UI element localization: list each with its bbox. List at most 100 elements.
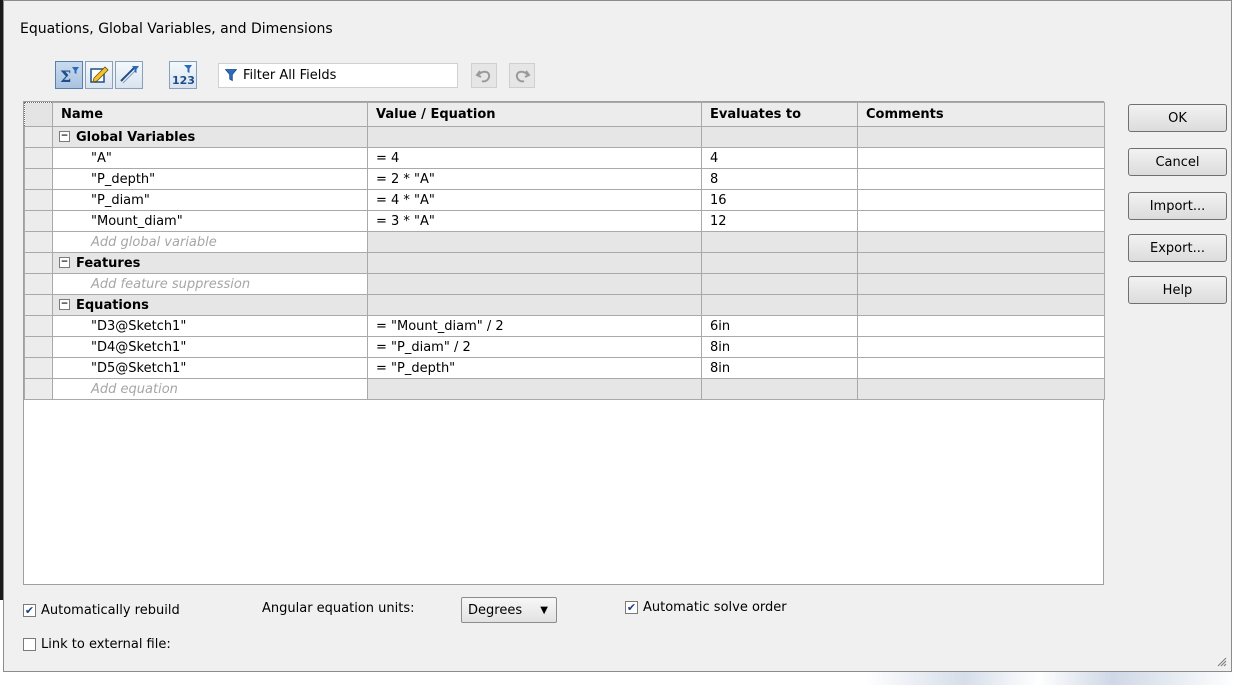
sketch-equation-view-button[interactable] (85, 61, 113, 89)
evaluates-to-cell: 4 (701, 147, 858, 169)
checkmark-icon: ✔ (625, 601, 638, 614)
row-selector[interactable] (24, 189, 53, 211)
help-button[interactable]: Help (1128, 276, 1227, 304)
cancel-button[interactable]: Cancel (1128, 148, 1227, 176)
undo-button[interactable] (471, 63, 497, 88)
import-button[interactable]: Import... (1128, 192, 1227, 220)
comments-cell[interactable] (857, 357, 1105, 379)
row-selector[interactable] (24, 315, 53, 337)
automatically-rebuild-checkbox[interactable]: ✔ Automatically rebuild (23, 603, 180, 618)
table-row[interactable]: "D4@Sketch1" = "P_diam" / 2 8in (24, 336, 1105, 358)
row-selector[interactable] (24, 336, 53, 358)
row-selector[interactable] (24, 147, 53, 169)
table-header-row: Name Value / Equation Evaluates to Comme… (24, 102, 1105, 127)
evaluates-to-cell: 8 (701, 168, 858, 190)
collapse-icon[interactable]: − (59, 130, 70, 142)
value-equation-cell[interactable]: = "P_diam" / 2 (367, 336, 702, 358)
value-equation-cell[interactable]: = 3 * "A" (367, 210, 702, 232)
column-header-name[interactable]: Name (52, 102, 368, 127)
row-selector[interactable] (24, 168, 53, 190)
value-equation-cell[interactable]: = 2 * "A" (367, 168, 702, 190)
row-selector[interactable] (24, 378, 53, 400)
equations-grid: Name Value / Equation Evaluates to Comme… (23, 101, 1105, 585)
add-equation-cell[interactable]: Add equation (52, 378, 368, 400)
add-feature-suppression-cell[interactable]: Add feature suppression (52, 273, 368, 295)
variable-name-cell[interactable]: "P_diam" (52, 189, 368, 211)
value-equation-cell[interactable]: = "Mount_diam" / 2 (367, 315, 702, 337)
evaluates-to-cell: 12 (701, 210, 858, 232)
section-global-variables[interactable]: − Global Variables (24, 126, 1105, 148)
ordered-view-icon: 123 (172, 65, 195, 86)
add-equation-row[interactable]: Add equation (24, 378, 1105, 400)
column-header-evaluates[interactable]: Evaluates to (701, 102, 858, 127)
comments-cell[interactable] (857, 336, 1105, 358)
row-selector[interactable] (24, 231, 53, 253)
evaluates-to-cell: 8in (701, 357, 858, 379)
value-equation-cell[interactable]: = 4 (367, 147, 702, 169)
column-header-value[interactable]: Value / Equation (367, 102, 702, 127)
row-selector[interactable] (24, 273, 53, 295)
filter-all-fields-input[interactable]: Filter All Fields (218, 63, 458, 88)
ok-button[interactable]: OK (1128, 104, 1227, 132)
comments-cell[interactable] (857, 315, 1105, 337)
filter-icon (225, 69, 237, 82)
collapse-icon[interactable]: − (59, 298, 70, 310)
value-equation-cell[interactable]: = 4 * "A" (367, 189, 702, 211)
variable-name-cell[interactable]: "Mount_diam" (52, 210, 368, 232)
automatic-solve-order-checkbox[interactable]: ✔ Automatic solve order (625, 600, 787, 615)
evaluates-to-cell: 16 (701, 189, 858, 211)
svg-text:123: 123 (172, 74, 195, 86)
section-equations[interactable]: − Equations (24, 294, 1105, 316)
svg-text:Σ: Σ (60, 67, 71, 86)
ordered-view-button[interactable]: 123 (169, 61, 197, 89)
filter-label: Filter All Fields (243, 68, 337, 83)
equation-view-icon: Σ (60, 67, 79, 86)
link-external-file-checkbox[interactable]: Link to external file: (23, 637, 171, 652)
equation-view-button[interactable]: Σ (55, 61, 83, 89)
dimension-view-icon (120, 66, 139, 84)
dimension-name-cell[interactable]: "D3@Sketch1" (52, 315, 368, 337)
row-selector[interactable] (24, 210, 53, 232)
dropdown-arrow-icon: ▼ (540, 604, 548, 616)
redo-button[interactable] (509, 63, 535, 88)
redo-icon (515, 69, 531, 82)
angular-units-label: Angular equation units: (262, 601, 415, 616)
table-row[interactable]: "D3@Sketch1" = "Mount_diam" / 2 6in (24, 315, 1105, 337)
dimension-view-button[interactable] (115, 61, 143, 89)
collapse-icon[interactable]: − (59, 256, 70, 268)
resize-grip-icon[interactable] (1215, 655, 1227, 667)
evaluates-to-cell: 8in (701, 336, 858, 358)
add-global-variable-cell[interactable]: Add global variable (52, 231, 368, 253)
add-global-variable-row[interactable]: Add global variable (24, 231, 1105, 253)
checkmark-icon: ✔ (23, 604, 36, 617)
section-label: − Equations (52, 294, 368, 316)
add-feature-suppression-row[interactable]: Add feature suppression (24, 273, 1105, 295)
table-row[interactable]: "P_diam" = 4 * "A" 16 (24, 189, 1105, 211)
comments-cell[interactable] (857, 168, 1105, 190)
equations-table: Name Value / Equation Evaluates to Comme… (24, 102, 1105, 400)
export-button[interactable]: Export... (1128, 234, 1227, 262)
dialog-title: Equations, Global Variables, and Dimensi… (20, 21, 333, 37)
variable-name-cell[interactable]: "A" (52, 147, 368, 169)
comments-cell[interactable] (857, 189, 1105, 211)
comments-cell[interactable] (857, 147, 1105, 169)
row-selector[interactable] (24, 357, 53, 379)
section-label: − Features (52, 252, 368, 274)
dimension-name-cell[interactable]: "D4@Sketch1" (52, 336, 368, 358)
comments-cell[interactable] (857, 210, 1105, 232)
table-row[interactable]: "P_depth" = 2 * "A" 8 (24, 168, 1105, 190)
column-header-comments[interactable]: Comments (857, 102, 1105, 127)
dimension-name-cell[interactable]: "D5@Sketch1" (52, 357, 368, 379)
variable-name-cell[interactable]: "P_depth" (52, 168, 368, 190)
angular-units-dropdown[interactable]: Degrees ▼ (461, 597, 557, 623)
table-row[interactable]: "D5@Sketch1" = "P_depth" 8in (24, 357, 1105, 379)
evaluates-to-cell: 6in (701, 315, 858, 337)
section-label: − Global Variables (52, 126, 368, 148)
checkbox-empty-icon (23, 638, 36, 651)
select-all-cell[interactable] (24, 102, 53, 127)
undo-icon (475, 69, 491, 82)
table-row[interactable]: "Mount_diam" = 3 * "A" 12 (24, 210, 1105, 232)
table-row[interactable]: "A" = 4 4 (24, 147, 1105, 169)
value-equation-cell[interactable]: = "P_depth" (367, 357, 702, 379)
section-features[interactable]: − Features (24, 252, 1105, 274)
